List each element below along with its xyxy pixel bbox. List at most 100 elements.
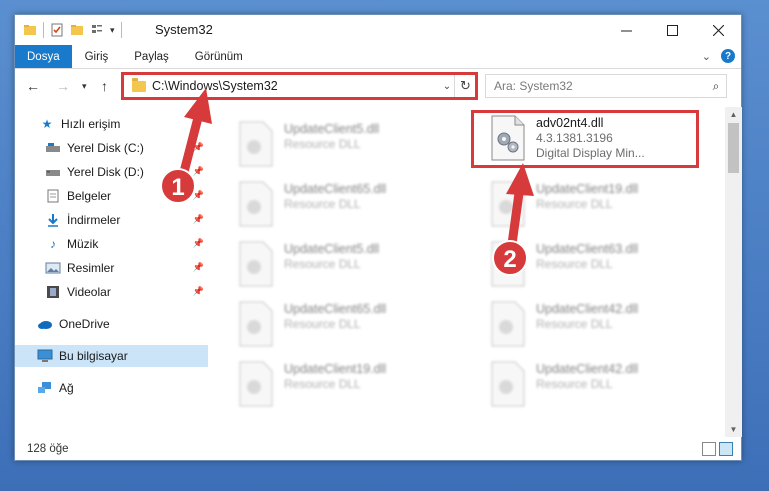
sidebar-item-downloads[interactable]: İndirmeler 📌 [15, 209, 208, 231]
file-item-adv02nt4[interactable]: adv02nt4.dll 4.3.1381.3196 Digital Displ… [489, 115, 715, 169]
ribbon-tabs: Dosya Giriş Paylaş Görünüm ⌄ ? [15, 45, 741, 69]
file-item[interactable]: UpdateClient5.dll Resource DLL [237, 121, 463, 175]
search-box[interactable]: ⌕ [485, 74, 727, 98]
up-icon[interactable]: ↑ [101, 78, 108, 94]
dll-file-icon [239, 361, 273, 407]
sidebar-item-label: Yerel Disk (C:) [67, 141, 144, 155]
file-list: UpdateClient5.dll Resource DLL UpdateClie… [211, 107, 725, 437]
tab-home[interactable]: Giriş [72, 45, 122, 68]
dll-file-icon [239, 301, 273, 347]
file-item[interactable]: UpdateClient63.dll Resource DLL [489, 241, 715, 295]
ribbon-expand-icon[interactable]: ⌄ [702, 50, 711, 63]
scroll-down-icon[interactable]: ▼ [725, 422, 742, 437]
folder-icon[interactable] [23, 23, 37, 37]
view-buttons [702, 442, 733, 456]
sidebar-item-label: Yerel Disk (D:) [67, 165, 144, 179]
file-item[interactable]: UpdateClient42.dll Resource DLL [489, 301, 715, 355]
ribbon-right-controls: ⌄ ? [702, 49, 735, 63]
file-item[interactable]: UpdateClient5.dll Resource DLL [237, 241, 463, 295]
sidebar-item-label: Bu bilgisayar [59, 349, 128, 363]
dll-file-icon [491, 115, 525, 161]
qat-dropdown-icon[interactable]: ▾ [110, 25, 115, 36]
file-name: UpdateClient65.dll [284, 302, 387, 316]
network-icon [38, 382, 51, 393]
dll-file-icon [239, 241, 273, 287]
sidebar-item-local-disk-d[interactable]: Yerel Disk (D:) 📌 [15, 161, 208, 183]
tab-share[interactable]: Paylaş [121, 45, 182, 68]
file-item[interactable]: UpdateClient42.dll Resource DLL [489, 361, 715, 415]
vertical-scrollbar[interactable]: ▲ ▼ [725, 107, 742, 437]
sidebar-item-local-disk-c[interactable]: Yerel Disk (C:) 📌 [15, 137, 208, 159]
qat-separator [43, 22, 44, 38]
close-icon [712, 24, 724, 36]
maximize-icon [666, 24, 678, 36]
forward-icon[interactable]: → [56, 78, 70, 94]
file-item[interactable]: UpdateClient65.dll Resource DLL [237, 301, 463, 355]
file-name: UpdateClient19.dll [536, 182, 639, 196]
sidebar-item-music[interactable]: ♪ Müzik 📌 [15, 233, 208, 255]
sidebar-item-network[interactable]: Ağ [15, 377, 208, 399]
window-title: System32 [155, 22, 213, 37]
status-bar: 128 öğe [15, 437, 741, 461]
file-item[interactable]: UpdateClient19.dll Resource DLL [237, 361, 463, 415]
file-name: UpdateClient19.dll [284, 362, 387, 376]
pin-icon[interactable]: 📌 [193, 190, 204, 201]
sidebar-item-label: OneDrive [59, 317, 110, 331]
pin-icon[interactable]: 📌 [193, 262, 204, 273]
dll-file-icon [491, 301, 525, 347]
maximize-button[interactable] [649, 15, 695, 45]
address-folder-icon [132, 77, 146, 92]
file-type: Resource DLL [284, 257, 361, 271]
minimize-button[interactable] [603, 15, 649, 45]
properties-icon[interactable] [50, 23, 64, 37]
search-icon[interactable]: ⌕ [706, 79, 726, 94]
sidebar-item-quick-access[interactable]: ★ Hızlı erişim [15, 113, 208, 135]
item-count: 128 öğe [27, 443, 69, 455]
file-type: Resource DLL [536, 317, 613, 331]
dll-file-icon [491, 361, 525, 407]
large-icons-view-icon[interactable] [719, 442, 733, 456]
scroll-thumb[interactable] [728, 123, 739, 173]
file-version: 4.3.1381.3196 [536, 131, 613, 145]
dll-file-icon [239, 181, 273, 227]
title-separator [120, 22, 122, 38]
close-button[interactable] [695, 15, 741, 45]
help-icon[interactable]: ? [721, 49, 735, 63]
pin-icon[interactable]: 📌 [193, 238, 204, 249]
pin-icon[interactable]: 📌 [193, 166, 204, 177]
search-input[interactable] [486, 79, 706, 93]
file-name: UpdateClient65.dll [284, 182, 387, 196]
details-view-icon[interactable] [702, 442, 716, 456]
pin-icon[interactable]: 📌 [193, 214, 204, 225]
sidebar-item-this-pc[interactable]: Bu bilgisayar [15, 345, 208, 367]
navigation-pane: ★ Hızlı erişim Yerel Disk (C:) 📌 Yerel D… [15, 111, 210, 437]
tab-file[interactable]: Dosya [15, 45, 72, 68]
file-item[interactable]: UpdateClient19.dll Resource DLL [489, 181, 715, 235]
address-path[interactable]: C:\Windows\System32 [152, 79, 440, 93]
back-icon[interactable]: ← [26, 78, 40, 94]
file-item[interactable]: UpdateClient65.dll Resource DLL [237, 181, 463, 235]
refresh-icon[interactable]: ↻ [454, 75, 476, 97]
recent-locations-icon[interactable]: ▾ [82, 81, 87, 92]
sidebar-item-onedrive[interactable]: OneDrive [15, 313, 208, 335]
file-name: UpdateClient63.dll [536, 242, 639, 256]
file-name: UpdateClient5.dll [284, 122, 380, 136]
address-bar[interactable]: C:\Windows\System32 ⌄ ↻ [123, 74, 477, 98]
tab-view[interactable]: Görünüm [182, 45, 256, 68]
sidebar-item-pictures[interactable]: Resimler 📌 [15, 257, 208, 279]
pin-icon[interactable]: 📌 [193, 286, 204, 297]
minimize-icon [620, 30, 632, 31]
sidebar-item-videos[interactable]: Videolar 📌 [15, 281, 208, 303]
scroll-up-icon[interactable]: ▲ [725, 107, 742, 122]
sidebar-item-documents[interactable]: Belgeler 📌 [15, 185, 208, 207]
new-folder-icon[interactable] [70, 23, 84, 37]
pin-icon[interactable]: 📌 [193, 142, 204, 153]
view-options-icon[interactable] [90, 23, 104, 37]
sidebar-item-label: Müzik [67, 237, 99, 251]
documents-icon [47, 189, 59, 203]
file-name: UpdateClient5.dll [284, 242, 380, 256]
address-dropdown-icon[interactable]: ⌄ [440, 81, 454, 92]
download-icon [48, 214, 58, 227]
dll-file-icon [491, 181, 525, 227]
file-name: adv02nt4.dll [536, 116, 604, 130]
